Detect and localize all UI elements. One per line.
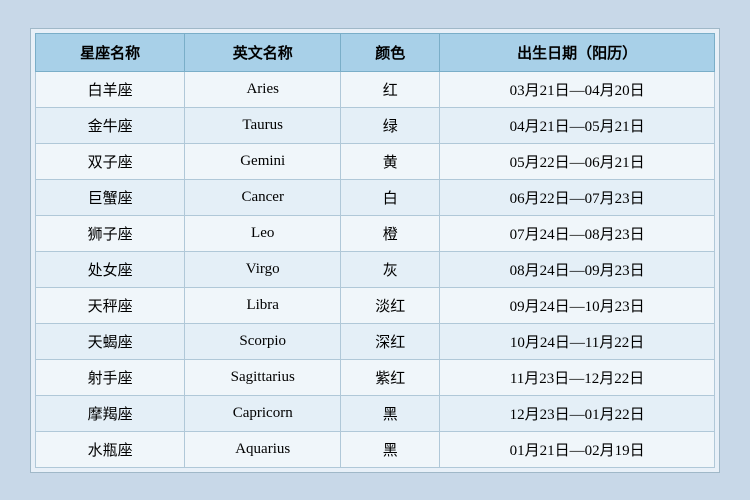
cell-date: 01月21日—02月19日 — [440, 431, 715, 467]
cell-chinese: 摩羯座 — [36, 395, 185, 431]
cell-color: 深红 — [341, 323, 440, 359]
cell-chinese: 白羊座 — [36, 71, 185, 107]
cell-date: 10月24日—11月22日 — [440, 323, 715, 359]
cell-color: 紫红 — [341, 359, 440, 395]
cell-chinese: 射手座 — [36, 359, 185, 395]
cell-english: Leo — [185, 215, 341, 251]
col-header-chinese: 星座名称 — [36, 33, 185, 71]
cell-english: Sagittarius — [185, 359, 341, 395]
cell-english: Aquarius — [185, 431, 341, 467]
cell-english: Capricorn — [185, 395, 341, 431]
cell-english: Scorpio — [185, 323, 341, 359]
cell-color: 黄 — [341, 143, 440, 179]
table-row: 双子座Gemini黄05月22日—06月21日 — [36, 143, 715, 179]
cell-date: 06月22日—07月23日 — [440, 179, 715, 215]
table-row: 摩羯座Capricorn黑12月23日—01月22日 — [36, 395, 715, 431]
cell-date: 03月21日—04月20日 — [440, 71, 715, 107]
table-row: 射手座Sagittarius紫红11月23日—12月22日 — [36, 359, 715, 395]
cell-date: 04月21日—05月21日 — [440, 107, 715, 143]
table-row: 金牛座Taurus绿04月21日—05月21日 — [36, 107, 715, 143]
cell-english: Libra — [185, 287, 341, 323]
cell-date: 12月23日—01月22日 — [440, 395, 715, 431]
table-header-row: 星座名称 英文名称 颜色 出生日期（阳历） — [36, 33, 715, 71]
table-row: 巨蟹座Cancer白06月22日—07月23日 — [36, 179, 715, 215]
cell-color: 黑 — [341, 395, 440, 431]
cell-color: 红 — [341, 71, 440, 107]
cell-color: 灰 — [341, 251, 440, 287]
cell-english: Cancer — [185, 179, 341, 215]
cell-english: Taurus — [185, 107, 341, 143]
zodiac-table-container: 星座名称 英文名称 颜色 出生日期（阳历） 白羊座Aries红03月21日—04… — [30, 28, 720, 473]
cell-color: 橙 — [341, 215, 440, 251]
table-row: 天秤座Libra淡红09月24日—10月23日 — [36, 287, 715, 323]
cell-chinese: 处女座 — [36, 251, 185, 287]
col-header-english: 英文名称 — [185, 33, 341, 71]
cell-chinese: 巨蟹座 — [36, 179, 185, 215]
cell-color: 白 — [341, 179, 440, 215]
cell-english: Gemini — [185, 143, 341, 179]
cell-chinese: 水瓶座 — [36, 431, 185, 467]
cell-english: Aries — [185, 71, 341, 107]
cell-chinese: 天蝎座 — [36, 323, 185, 359]
col-header-color: 颜色 — [341, 33, 440, 71]
table-row: 狮子座Leo橙07月24日—08月23日 — [36, 215, 715, 251]
cell-color: 黑 — [341, 431, 440, 467]
cell-english: Virgo — [185, 251, 341, 287]
cell-date: 07月24日—08月23日 — [440, 215, 715, 251]
col-header-date: 出生日期（阳历） — [440, 33, 715, 71]
cell-date: 09月24日—10月23日 — [440, 287, 715, 323]
table-row: 水瓶座Aquarius黑01月21日—02月19日 — [36, 431, 715, 467]
cell-chinese: 双子座 — [36, 143, 185, 179]
cell-chinese: 狮子座 — [36, 215, 185, 251]
cell-chinese: 金牛座 — [36, 107, 185, 143]
cell-color: 绿 — [341, 107, 440, 143]
table-row: 处女座Virgo灰08月24日—09月23日 — [36, 251, 715, 287]
table-row: 天蝎座Scorpio深红10月24日—11月22日 — [36, 323, 715, 359]
cell-date: 08月24日—09月23日 — [440, 251, 715, 287]
cell-date: 05月22日—06月21日 — [440, 143, 715, 179]
cell-date: 11月23日—12月22日 — [440, 359, 715, 395]
cell-chinese: 天秤座 — [36, 287, 185, 323]
cell-color: 淡红 — [341, 287, 440, 323]
zodiac-table: 星座名称 英文名称 颜色 出生日期（阳历） 白羊座Aries红03月21日—04… — [35, 33, 715, 468]
table-row: 白羊座Aries红03月21日—04月20日 — [36, 71, 715, 107]
